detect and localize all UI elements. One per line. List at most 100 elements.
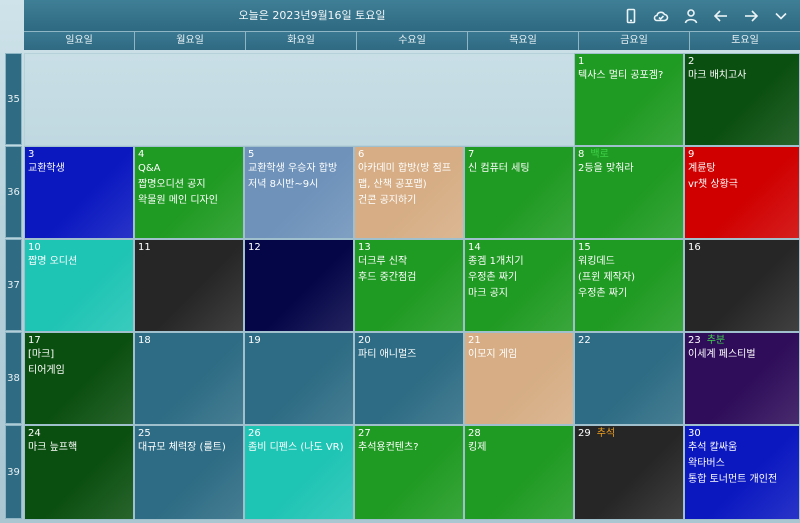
day-cell[interactable]: 29 추석 bbox=[574, 425, 684, 520]
day-number-text: 27 bbox=[358, 428, 371, 439]
arrow-right-icon[interactable] bbox=[736, 0, 766, 31]
day-cell[interactable]: 3 교환학생 bbox=[24, 146, 134, 239]
day-cell[interactable]: 23 추분 이세계 페스티벌 bbox=[684, 332, 800, 425]
event-item[interactable]: 우정촌 짜기 bbox=[468, 270, 570, 286]
day-number-text: 21 bbox=[468, 335, 481, 346]
event-item[interactable]: 텍사스 멀티 공포겜? bbox=[578, 68, 680, 84]
event-item[interactable]: 짭명오디션 공지 bbox=[138, 177, 240, 193]
event-item[interactable]: 킹제 bbox=[468, 440, 570, 456]
event-item[interactable]: 이모지 게임 bbox=[468, 347, 570, 363]
event-item[interactable]: 좀비 디펜스 (나도 VR) bbox=[248, 440, 350, 456]
day-number: 30 bbox=[688, 428, 796, 440]
day-number-text: 8 bbox=[578, 149, 585, 160]
day-cell[interactable]: 18 bbox=[134, 332, 244, 425]
day-number: 7 bbox=[468, 149, 570, 161]
day-number-text: 24 bbox=[28, 428, 41, 439]
weekday-thu: 목요일 bbox=[468, 32, 579, 50]
day-cell[interactable]: 28 킹제 bbox=[464, 425, 574, 520]
event-item[interactable]: 파티 애니멀즈 bbox=[358, 347, 460, 363]
day-cell[interactable]: 13 더크루 신작 후드 중간점검 bbox=[354, 239, 464, 332]
day-cell[interactable]: 15 워킹데드 (프윈 제작자) 우정촌 짜기 bbox=[574, 239, 684, 332]
event-item[interactable]: 맵, 산책 공포맵) bbox=[358, 177, 460, 193]
day-number-text: 15 bbox=[578, 242, 591, 253]
day-number-text: 30 bbox=[688, 428, 701, 439]
event-item[interactable]: 왁물원 메인 디자인 bbox=[138, 193, 240, 209]
event-item[interactable]: 저녁 8시반~9시 bbox=[248, 177, 350, 193]
day-cell[interactable]: 25 대규모 체력장 (룰트) bbox=[134, 425, 244, 520]
arrow-left-icon[interactable] bbox=[706, 0, 736, 31]
day-cell[interactable]: 10 짭명 오디션 bbox=[24, 239, 134, 332]
event-item[interactable]: 티어게임 bbox=[28, 363, 130, 379]
event-item[interactable]: 후드 중간점검 bbox=[358, 270, 460, 286]
event-item[interactable]: 신 컴퓨터 세팅 bbox=[468, 161, 570, 177]
chevron-down-icon[interactable] bbox=[766, 0, 796, 31]
event-item[interactable]: 워킹데드 bbox=[578, 254, 680, 270]
event-item[interactable]: 통합 토너먼트 개인전 bbox=[688, 472, 796, 488]
day-number: 1 bbox=[578, 56, 680, 68]
day-number: 18 bbox=[138, 335, 240, 347]
event-item[interactable]: Q&A bbox=[138, 161, 240, 177]
day-cell[interactable]: 9 계륜탕 vr챗 상황극 bbox=[684, 146, 800, 239]
event-item[interactable]: 2등을 맞춰라 bbox=[578, 161, 680, 177]
event-item[interactable]: 교환학생 bbox=[28, 161, 130, 177]
day-number: 26 bbox=[248, 428, 350, 440]
day-cell[interactable]: 30 추석 칼싸움 왁타버스 통합 토너먼트 개인전 bbox=[684, 425, 800, 520]
day-number: 24 bbox=[28, 428, 130, 440]
day-cell[interactable]: 27 추석용컨텐츠? bbox=[354, 425, 464, 520]
day-cell[interactable]: 26 좀비 디펜스 (나도 VR) bbox=[244, 425, 354, 520]
cloud-check-icon[interactable] bbox=[646, 0, 676, 31]
day-cell[interactable]: 11 bbox=[134, 239, 244, 332]
event-item[interactable]: (프윈 제작자) bbox=[578, 270, 680, 286]
day-cell[interactable]: 19 bbox=[244, 332, 354, 425]
day-cell[interactable]: 12 bbox=[244, 239, 354, 332]
event-item[interactable]: 왁타버스 bbox=[688, 456, 796, 472]
weekday-wed: 수요일 bbox=[357, 32, 468, 50]
user-icon[interactable] bbox=[676, 0, 706, 31]
calendar-grid: 1 텍사스 멀티 공포겜? 2 마크 배치고사 3 교환학생 4 Q&A 짭명오디션 공지 왁물원… bbox=[24, 53, 800, 520]
day-cell[interactable]: 24 마크 늪프핵 bbox=[24, 425, 134, 520]
event-item[interactable]: 추석용컨텐츠? bbox=[358, 440, 460, 456]
day-cell[interactable]: 8 백로 2등을 맞춰라 bbox=[574, 146, 684, 239]
day-number-text: 14 bbox=[468, 242, 481, 253]
day-cell[interactable]: 22 bbox=[574, 332, 684, 425]
event-item[interactable]: 이세계 페스티벌 bbox=[688, 347, 796, 363]
event-item[interactable]: 우정촌 짜기 bbox=[578, 286, 680, 302]
day-number-text: 10 bbox=[28, 242, 41, 253]
day-number: 4 bbox=[138, 149, 240, 161]
event-item[interactable]: 교환학생 우승자 합방 bbox=[248, 161, 350, 177]
holiday-label: 추석 bbox=[596, 428, 616, 439]
day-cell[interactable]: 6 아카데미 합방(방 점프 맵, 산책 공포맵) 건콘 공지하기 bbox=[354, 146, 464, 239]
day-number: 14 bbox=[468, 242, 570, 254]
phone-icon[interactable] bbox=[616, 0, 646, 31]
event-item[interactable]: 대규모 체력장 (룰트) bbox=[138, 440, 240, 456]
day-cell[interactable]: 1 텍사스 멀티 공포겜? bbox=[574, 53, 684, 146]
day-cell[interactable]: 5 교환학생 우승자 합방 저녁 8시반~9시 bbox=[244, 146, 354, 239]
holiday-label: 추분 bbox=[706, 335, 726, 346]
event-item[interactable]: [마크] bbox=[28, 347, 130, 363]
event-item[interactable]: 아카데미 합방(방 점프 bbox=[358, 161, 460, 177]
day-cell[interactable]: 4 Q&A 짭명오디션 공지 왁물원 메인 디자인 bbox=[134, 146, 244, 239]
holiday-label: 백로 bbox=[590, 149, 609, 160]
event-item[interactable]: vr챗 상황극 bbox=[688, 177, 796, 193]
week-number: 36 bbox=[5, 146, 22, 238]
event-item[interactable]: 계륜탕 bbox=[688, 161, 796, 177]
day-cell[interactable]: 16 bbox=[684, 239, 800, 332]
event-item[interactable]: 마크 늪프핵 bbox=[28, 440, 130, 456]
event-item[interactable]: 마크 배치고사 bbox=[688, 68, 796, 84]
event-item[interactable]: 짭명 오디션 bbox=[28, 254, 130, 270]
day-cell[interactable]: 14 종겜 1개치기 우정촌 짜기 마크 공지 bbox=[464, 239, 574, 332]
event-item[interactable]: 추석 칼싸움 bbox=[688, 440, 796, 456]
day-number-text: 17 bbox=[28, 335, 41, 346]
day-number: 22 bbox=[578, 335, 680, 347]
day-cell[interactable]: 20 파티 애니멀즈 bbox=[354, 332, 464, 425]
day-cell[interactable]: 21 이모지 게임 bbox=[464, 332, 574, 425]
event-item[interactable]: 더크루 신작 bbox=[358, 254, 460, 270]
today-title: 오늘은 2023년9월16일 토요일 bbox=[238, 9, 386, 22]
event-item[interactable]: 마크 공지 bbox=[468, 286, 570, 302]
day-cell[interactable]: 17 [마크] 티어게임 bbox=[24, 332, 134, 425]
day-cell[interactable]: 2 마크 배치고사 bbox=[684, 53, 800, 146]
day-number-text: 1 bbox=[578, 56, 585, 67]
day-cell[interactable]: 7신 컴퓨터 세팅 bbox=[464, 146, 574, 239]
event-item[interactable]: 건콘 공지하기 bbox=[358, 193, 460, 209]
event-item[interactable]: 종겜 1개치기 bbox=[468, 254, 570, 270]
